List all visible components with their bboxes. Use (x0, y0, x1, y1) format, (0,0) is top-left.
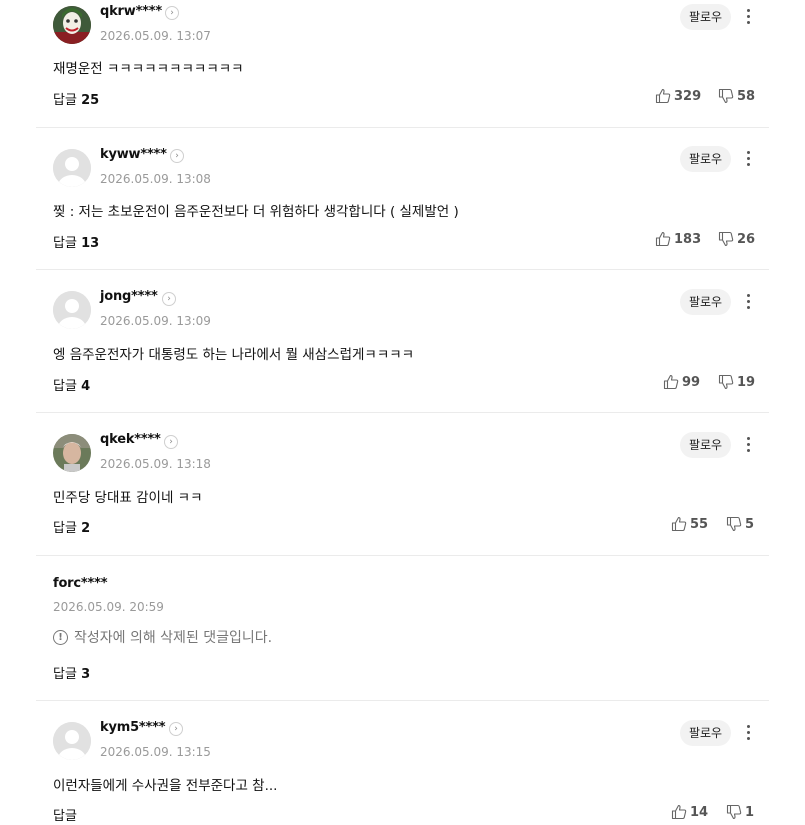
thumbs-down-icon (726, 516, 742, 532)
comment-date: 2026.05.09. 13:18 (100, 457, 211, 471)
chevron-right-icon[interactable]: › (162, 292, 176, 306)
follow-button[interactable]: 팔로우 (680, 146, 731, 172)
dislike-button[interactable]: 58 (718, 88, 755, 104)
more-options-icon[interactable] (745, 151, 751, 169)
dislike-count: 1 (745, 804, 755, 820)
dislike-button[interactable]: 26 (718, 231, 755, 247)
thumbs-up-icon (671, 516, 687, 532)
like-button[interactable]: 14 (671, 804, 708, 820)
default-avatar-icon (53, 291, 91, 329)
comment-date: 2026.05.09. 13:08 (100, 172, 211, 186)
reply-button[interactable]: 답글 13 (53, 232, 99, 251)
comment-date: 2026.05.09. 13:07 (100, 29, 211, 43)
username[interactable]: kyww**** (100, 147, 167, 162)
thumbs-up-icon (655, 88, 671, 104)
like-count: 99 (682, 374, 701, 390)
chevron-right-icon[interactable]: › (164, 435, 178, 449)
photo-avatar-icon (53, 434, 91, 472)
info-circle-icon: ! (53, 629, 68, 645)
comment-date: 2026.05.09. 20:59 (53, 600, 164, 614)
like-button[interactable]: 329 (655, 88, 701, 104)
thumbs-down-icon (718, 374, 734, 390)
reply-button[interactable]: 답글 2 (53, 517, 90, 536)
divider (36, 412, 769, 413)
comment-text: 이런자들에게 수사권을 전부준다고 참... (53, 778, 278, 794)
more-options-icon[interactable] (745, 725, 751, 743)
reply-count: 4 (81, 379, 91, 394)
like-count: 14 (690, 804, 709, 820)
like-count: 183 (674, 231, 702, 247)
reply-label: 답글 (53, 521, 77, 536)
deleted-notice: ! 작성자에 의해 삭제된 댓글입니다. (53, 627, 272, 647)
divider (36, 700, 769, 701)
comment-date: 2026.05.09. 13:15 (100, 745, 211, 759)
username: forc**** (53, 576, 108, 591)
divider (36, 127, 769, 128)
chevron-right-icon[interactable]: › (170, 149, 184, 163)
like-button[interactable]: 183 (655, 231, 701, 247)
avatar[interactable] (53, 291, 91, 329)
dislike-count: 19 (737, 374, 756, 390)
divider (36, 555, 769, 556)
thumbs-up-icon (663, 374, 679, 390)
dislike-count: 58 (737, 88, 756, 104)
avatar[interactable] (53, 722, 91, 760)
dislike-count: 5 (745, 516, 755, 532)
dislike-count: 26 (737, 231, 756, 247)
comment-text: 민주당 당대표 감이네 ㅋㅋ (53, 490, 203, 506)
thumbs-down-icon (726, 804, 742, 820)
reply-count: 2 (81, 521, 91, 536)
avatar[interactable] (53, 149, 91, 187)
thumbs-up-icon (671, 804, 687, 820)
thumbs-down-icon (718, 88, 734, 104)
username[interactable]: kym5**** (100, 720, 166, 735)
reply-count: 3 (81, 667, 91, 682)
chevron-right-icon[interactable]: › (169, 722, 183, 736)
dislike-button[interactable]: 19 (718, 374, 755, 390)
follow-button[interactable]: 팔로우 (680, 432, 731, 458)
reply-button[interactable]: 답글 3 (53, 663, 90, 682)
comment-text: 재명운전 ㅋㅋㅋㅋㅋㅋㅋㅋㅋㅋㅋ (53, 61, 244, 77)
more-options-icon[interactable] (745, 437, 751, 455)
comment-text: 엥 음주운전자가 대통령도 하는 나라에서 뭘 새삼스럽게ㅋㅋㅋㅋ (53, 347, 415, 363)
avatar[interactable] (53, 434, 91, 472)
reply-label: 답글 (53, 667, 77, 682)
reply-button[interactable]: 답글 4 (53, 375, 90, 394)
reply-button[interactable]: 답글 (53, 805, 77, 824)
reply-count: 25 (81, 93, 100, 108)
username[interactable]: jong**** (100, 289, 158, 304)
thumbs-up-icon (655, 231, 671, 247)
comment-text: 찢 : 저는 초보운전이 음주운전보다 더 위험하다 생각합니다 ( 실제발언 … (53, 204, 459, 220)
like-button[interactable]: 55 (671, 516, 708, 532)
reply-label: 답글 (53, 93, 77, 108)
reply-label: 답글 (53, 379, 77, 394)
follow-button[interactable]: 팔로우 (680, 289, 731, 315)
default-avatar-icon (53, 722, 91, 760)
more-options-icon[interactable] (745, 9, 751, 27)
like-count: 55 (690, 516, 709, 532)
chevron-right-icon[interactable]: › (165, 6, 179, 20)
avatar[interactable] (53, 6, 91, 44)
comment-date: 2026.05.09. 13:09 (100, 314, 211, 328)
default-avatar-icon (53, 149, 91, 187)
thumbs-down-icon (718, 231, 734, 247)
follow-button[interactable]: 팔로우 (680, 4, 731, 30)
dislike-button[interactable]: 5 (726, 516, 754, 532)
username[interactable]: qkrw**** (100, 4, 162, 19)
reply-label: 답글 (53, 236, 77, 251)
like-count: 329 (674, 88, 702, 104)
reply-label: 답글 (53, 809, 77, 824)
reply-count: 13 (81, 236, 100, 251)
more-options-icon[interactable] (745, 294, 751, 312)
reply-button[interactable]: 답글 25 (53, 89, 99, 108)
joker-avatar-icon (53, 6, 91, 44)
dislike-button[interactable]: 1 (726, 804, 754, 820)
follow-button[interactable]: 팔로우 (680, 720, 731, 746)
like-button[interactable]: 99 (663, 374, 700, 390)
deleted-text: 작성자에 의해 삭제된 댓글입니다. (74, 630, 273, 646)
divider (36, 269, 769, 270)
username[interactable]: qkek**** (100, 432, 161, 447)
